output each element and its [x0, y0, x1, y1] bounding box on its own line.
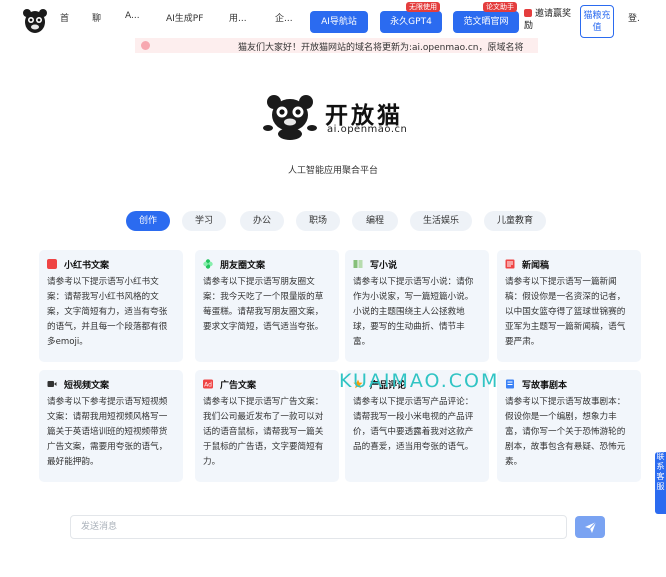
card-description: 请参考以下提示语写朋友圈文案：我今天吃了一个限量版的草莓蛋糕。请帮我写朋友圈文案… — [203, 277, 324, 332]
card-title: 小红书文案 — [64, 260, 110, 271]
nav-item-chat[interactable]: 聊 — [92, 11, 101, 24]
prompt-card-story-script[interactable]: 写故事剧本 请参考以下提示语写故事剧本：假设你是一个编剧，想象力丰富，请你写一个… — [497, 370, 641, 482]
watermark: KUAIMAO.COM — [339, 370, 500, 392]
cat-logo-icon[interactable] — [22, 8, 48, 36]
card-title: 广告文案 — [220, 380, 257, 391]
ad-icon: Ad — [203, 379, 213, 389]
book-icon — [353, 260, 363, 268]
card-description: 请参考以下提示语写小说：请你作为小说家，写一篇短篇小说。小说的主题围绕主人公拯救… — [353, 277, 474, 347]
card-title: 短视频文案 — [64, 380, 110, 391]
card-description: 请参考以下提示语写故事剧本：假设你是一个编剧，想象力丰富，请你写一个关于恐怖游轮… — [505, 397, 626, 467]
nav-item-use[interactable]: 用... — [229, 11, 247, 24]
card-title: 写故事剧本 — [522, 380, 568, 391]
essay-site-button[interactable]: 论文助手 范文晒官网 — [453, 2, 519, 33]
news-icon — [505, 259, 515, 269]
prompt-card-xiaohongshu[interactable]: 小红书文案 请参考以下提示语写小红书文案：请帮我写小红书风格的文案，文字简短有力… — [39, 250, 183, 362]
prompt-card-news[interactable]: 新闻稿 请参考以下提示语写一篇新闻稿：假设你是一名资深的记者，以中国女篮夺得了篮… — [497, 250, 641, 362]
invite-reward-link[interactable]: 邀请赢奖励 — [524, 8, 572, 32]
tab-life-entertainment[interactable]: 生活娱乐 — [410, 211, 472, 231]
video-icon — [47, 381, 57, 387]
script-icon — [506, 379, 514, 389]
send-button[interactable] — [575, 516, 605, 538]
tab-study[interactable]: 学习 — [182, 211, 226, 231]
card-description: 请参考以下提示语写产品评论：请帮我写一段小米电视的产品评价，语气中要透露着我对这… — [353, 397, 474, 452]
ai-nav-button[interactable]: AI导航站 — [310, 11, 368, 33]
prompt-card-ad[interactable]: Ad 广告文案 请参考以下提示语写广告文案：我们公司最近发布了一款可以对话的语音… — [195, 370, 339, 482]
login-link[interactable]: 登. — [628, 11, 640, 24]
xiaohongshu-icon — [47, 259, 57, 269]
card-description: 请参考以下提示语写广告文案：我们公司最近发布了一款可以对话的语音鼠标，请帮我写一… — [203, 397, 324, 467]
card-title: 新闻稿 — [522, 260, 550, 271]
message-input[interactable] — [70, 515, 567, 539]
top-bar: 首 聊 A... AI生成PF 用... 企... AI导航站 无限使用 永久G… — [0, 0, 666, 38]
notice-banner: 猫友们大家好！开放猫网站的域名将更新为:ai.openmao.cn，原域名将 — [135, 38, 538, 53]
moments-icon — [203, 259, 213, 269]
gpt4-label: 永久GPT4 — [390, 17, 432, 27]
tab-programming[interactable]: 编程 — [352, 211, 398, 231]
gpt4-button[interactable]: 无限使用 永久GPT4 — [380, 2, 442, 33]
notice-text: 猫友们大家好！开放猫网站的域名将更新为:ai.openmao.cn，原域名将 — [238, 43, 524, 53]
card-description: 请参考以下提示语写一篇新闻稿：假设你是一名资深的记者，以中国女篮夺得了篮球世锦赛… — [505, 277, 626, 347]
brand-domain: ai.openmao.cn — [327, 124, 408, 135]
card-description: 请参考以下参考提示语写短视频文案：请帮我用短视频风格写一篇关于英语培训班的短视频… — [47, 397, 168, 467]
tagline: 人工智能应用聚合平台 — [287, 166, 378, 176]
essay-site-label: 范文晒官网 — [463, 17, 509, 27]
card-title: 写小说 — [370, 260, 398, 271]
nav-item-enterprise[interactable]: 企... — [275, 11, 293, 24]
cat-mascot-logo-icon — [263, 95, 317, 140]
tab-kids-education[interactable]: 儿童教育 — [484, 211, 546, 231]
essay-helper-badge: 论文助手 — [483, 2, 517, 12]
gift-icon — [524, 9, 532, 17]
nav-item-home[interactable]: 首 — [60, 11, 69, 24]
tab-office[interactable]: 办公 — [240, 211, 284, 231]
card-title: 朋友圈文案 — [220, 260, 266, 271]
tab-create[interactable]: 创作 — [126, 211, 170, 231]
prompt-card-moments[interactable]: 朋友圈文案 请参考以下提示语写朋友圈文案：我今天吃了一个限量版的草莓蛋糕。请帮我… — [195, 250, 339, 362]
contact-side-tab[interactable]: 联系客服 — [655, 452, 666, 514]
nav-item-a[interactable]: A... — [125, 11, 140, 21]
recharge-button[interactable]: 猫粮充值 — [580, 5, 614, 38]
prompt-card-novel[interactable]: 写小说 请参考以下提示语写小说：请你作为小说家，写一篇短篇小说。小说的主题围绕主… — [345, 250, 489, 362]
ai-nav-label: AI导航站 — [321, 17, 357, 27]
card-description: 请参考以下提示语写小红书文案：请帮我写小红书风格的文案，文字简短有力，适当有夸张… — [47, 277, 168, 347]
send-icon — [585, 521, 597, 533]
notice-icon — [141, 41, 150, 50]
svg-text:Ad: Ad — [204, 382, 212, 389]
nav-item-ai-pdf[interactable]: AI生成PF — [166, 11, 203, 24]
tab-workplace[interactable]: 职场 — [296, 211, 340, 231]
unlimited-badge: 无限使用 — [406, 2, 440, 12]
prompt-card-short-video[interactable]: 短视频文案 请参考以下参考提示语写短视频文案：请帮我用短视频风格写一篇关于英语培… — [39, 370, 183, 482]
recharge-label: 猫粮充值 — [583, 11, 611, 33]
